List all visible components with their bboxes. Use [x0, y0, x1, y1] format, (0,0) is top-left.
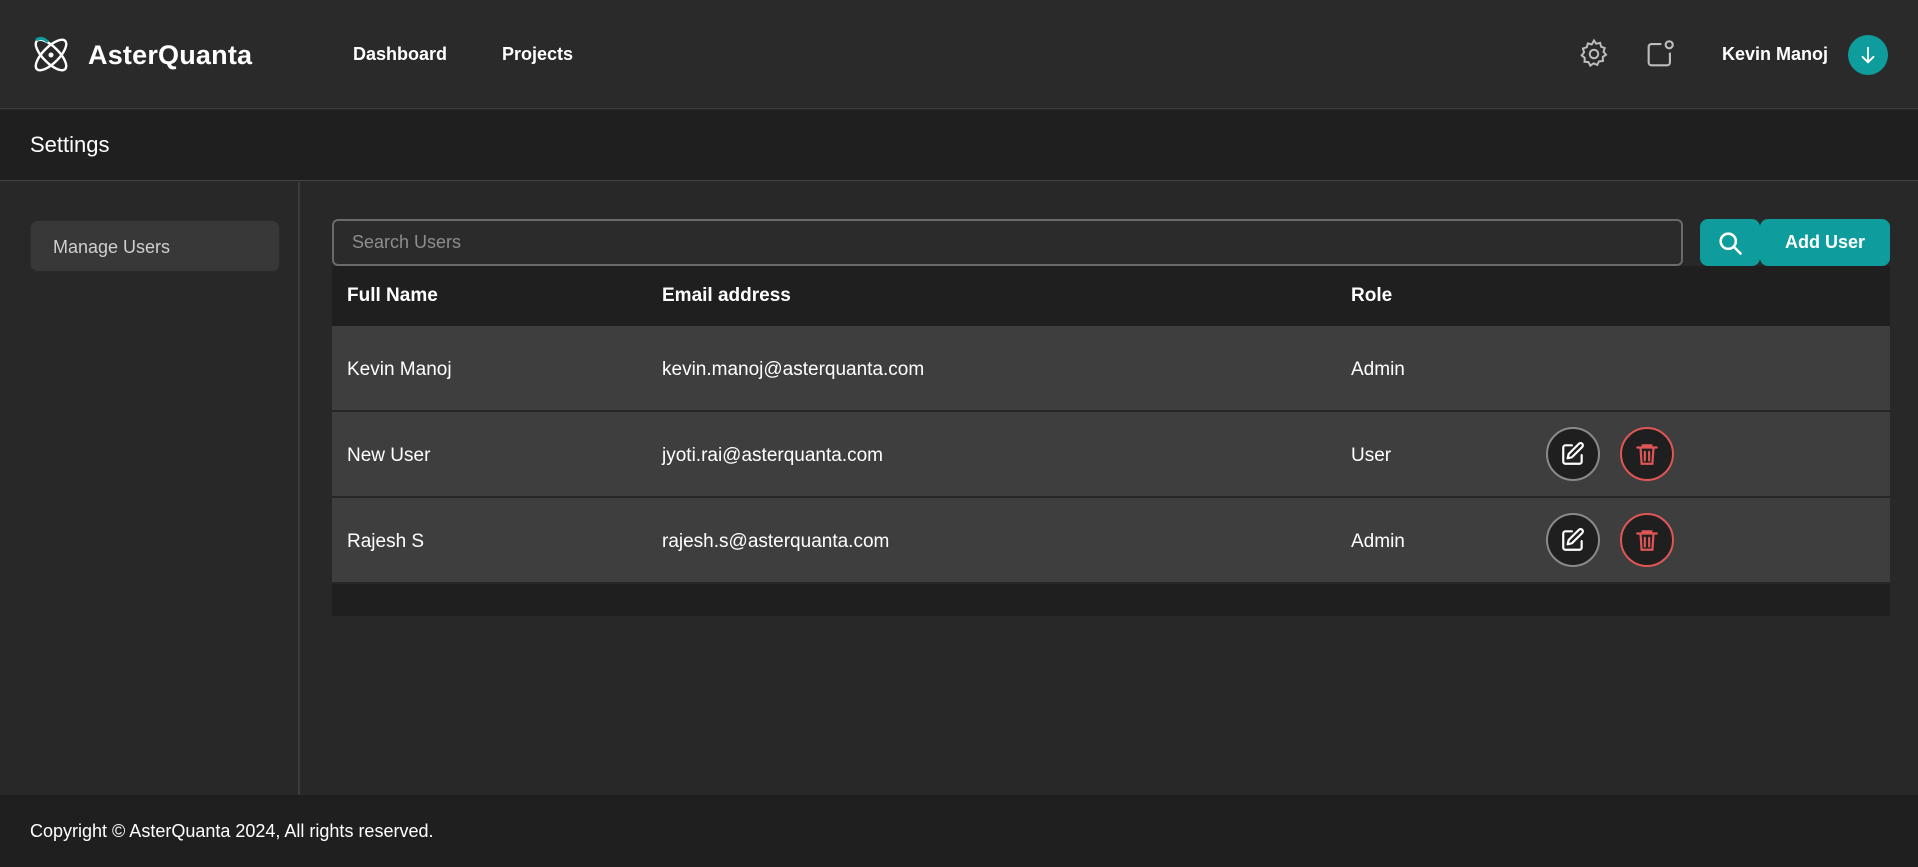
row-full-name: Rajesh S — [347, 531, 425, 552]
current-user-name: Kevin Manoj — [1722, 44, 1829, 64]
row-full-name: New User — [347, 445, 431, 466]
row-role: Admin — [1351, 359, 1405, 380]
row-email: rajesh.s@asterquanta.com — [662, 531, 890, 552]
row-full-name: Kevin Manoj — [347, 359, 452, 380]
table-row: Kevin Manoj kevin.manoj@asterquanta.com … — [332, 326, 1890, 412]
table-row: New User jyoti.rai@asterquanta.com User — [332, 412, 1890, 498]
table-header: Full Name Email address Role — [332, 266, 1890, 326]
user-menu-button[interactable] — [1848, 35, 1888, 75]
page-header: Settings — [0, 110, 1918, 181]
brand-logo[interactable]: AsterQuanta — [28, 32, 252, 78]
delete-user-button[interactable] — [1620, 427, 1674, 481]
row-email: kevin.manoj@asterquanta.com — [662, 359, 925, 380]
row-role: User — [1351, 445, 1392, 466]
table-row: Rajesh S rajesh.s@asterquanta.com Admin — [332, 498, 1890, 584]
page-footer: Copyright © AsterQuanta 2024, All rights… — [0, 795, 1918, 867]
edit-user-button[interactable] — [1546, 427, 1600, 481]
edit-user-button[interactable] — [1546, 513, 1600, 567]
search-icon — [1719, 231, 1742, 255]
atom-logo-icon — [34, 36, 68, 72]
users-table: Full Name Email address Role Kevin Manoj… — [332, 266, 1890, 616]
row-email: jyoti.rai@asterquanta.com — [662, 445, 883, 466]
trash-icon — [1636, 530, 1658, 551]
table-footer — [332, 584, 1890, 616]
column-header-role: Role — [1351, 285, 1393, 306]
sidebar-item-manage-users[interactable]: Manage Users — [30, 220, 280, 272]
nav-dashboard-link[interactable]: Dashboard — [353, 44, 447, 65]
nav-projects-link[interactable]: Projects — [502, 44, 573, 65]
arrow-down-icon — [1861, 46, 1875, 64]
brand-name: AsterQuanta — [88, 39, 253, 70]
notification-icon[interactable] — [1643, 37, 1677, 71]
trash-icon — [1636, 444, 1658, 465]
edit-icon — [1562, 528, 1584, 551]
top-navbar: AsterQuanta Dashboard Projects Kevin Man… — [0, 0, 1918, 109]
row-role: Admin — [1351, 531, 1405, 552]
column-header-email: Email address — [662, 285, 791, 306]
edit-icon — [1562, 442, 1584, 465]
gear-icon[interactable] — [1577, 37, 1611, 71]
page-title: Settings — [30, 132, 110, 157]
delete-user-button[interactable] — [1620, 513, 1674, 567]
search-button[interactable] — [1700, 219, 1760, 266]
column-header-full-name: Full Name — [347, 285, 438, 306]
search-users-input[interactable] — [332, 219, 1683, 266]
copyright-text: Copyright © AsterQuanta 2024, All rights… — [30, 821, 434, 841]
add-user-button[interactable]: Add User — [1760, 219, 1890, 266]
settings-sidebar: Manage Users — [0, 182, 300, 795]
